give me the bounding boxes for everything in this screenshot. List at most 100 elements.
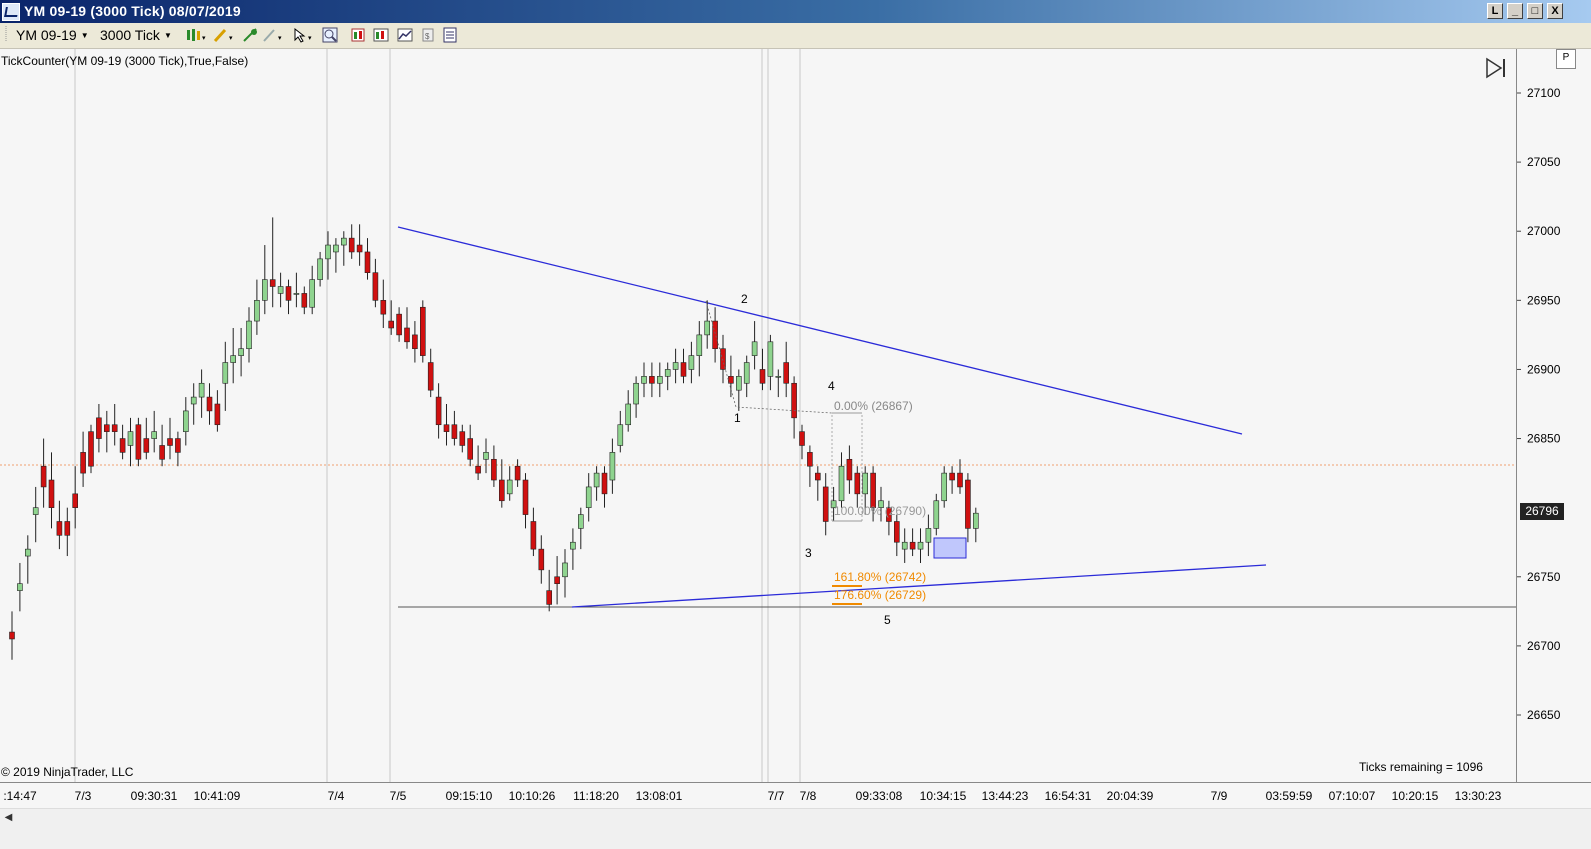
candle-body	[325, 244, 331, 260]
candle	[743, 355, 750, 398]
upper-trendline[interactable]	[397, 226, 1243, 435]
candle-body	[32, 507, 39, 515]
drawing-tool-icon[interactable]: ▾	[213, 27, 235, 43]
minimize-button[interactable]: _	[1507, 3, 1523, 19]
candle	[293, 272, 300, 308]
candle-body	[704, 320, 711, 336]
candle	[175, 431, 181, 467]
candle	[254, 279, 260, 335]
candle	[269, 217, 276, 308]
candle-body	[451, 424, 458, 439]
candle-body	[214, 403, 221, 426]
price-label: 26750	[1527, 570, 1561, 584]
time-axis-svg: :14:47 7/3 09:30:31 10:41:09 7/4 7/5 09:15:10 1…	[3, 789, 1501, 803]
svg-text:▾: ▾	[202, 35, 206, 42]
candle	[111, 404, 118, 446]
time-label: :14:47	[3, 789, 37, 803]
properties-icon[interactable]	[442, 27, 458, 43]
candle	[664, 362, 671, 391]
candle-body	[807, 452, 813, 467]
link-button[interactable]: L	[1487, 3, 1503, 19]
candle	[822, 473, 829, 536]
candle-body	[933, 500, 940, 529]
candle	[396, 307, 402, 342]
candle-body	[743, 362, 750, 384]
chart-panel[interactable]: 0.00% (26867) 100.00% (26790) 161.80% (2…	[0, 49, 1516, 782]
candle-body	[696, 334, 703, 356]
candle	[104, 410, 110, 453]
candle	[791, 376, 797, 439]
snapshot-icon[interactable]: $	[420, 27, 436, 43]
price-chart[interactable]: 0.00% (26867) 100.00% (26790) 161.80% (2…	[0, 49, 1516, 782]
candle	[317, 251, 323, 287]
candle-body	[9, 631, 15, 640]
fib-161-label: 161.80% (26742)	[834, 570, 926, 584]
candle	[190, 383, 197, 425]
candle	[688, 341, 695, 384]
candle	[206, 383, 213, 425]
indicator-icon[interactable]	[242, 27, 260, 43]
scroll-left-icon[interactable]: ◀	[0, 809, 17, 826]
chart-trader-icon[interactable]	[373, 27, 389, 43]
order-box[interactable]	[933, 537, 967, 559]
candle-body	[293, 293, 300, 295]
data-box-icon[interactable]	[350, 27, 366, 43]
candle	[965, 473, 971, 543]
time-label: 7/8	[800, 789, 817, 803]
svg-text:▾: ▾	[278, 35, 282, 42]
candle	[925, 514, 932, 557]
zoom-icon[interactable]	[322, 27, 338, 43]
maximize-button[interactable]: □	[1527, 3, 1543, 19]
chart-style-icon[interactable]	[397, 27, 413, 43]
candle	[135, 417, 142, 467]
candle-body	[965, 479, 971, 529]
instrument-selector[interactable]: YM 09-19 ▼	[16, 25, 89, 45]
time-label: 13:08:01	[636, 789, 683, 803]
candle	[617, 410, 624, 453]
candle	[767, 334, 774, 391]
candle	[514, 459, 521, 487]
horizontal-scrollbar[interactable]: ◀	[0, 808, 1591, 849]
scroll-to-end-icon[interactable]	[1485, 57, 1509, 79]
candle-body	[427, 362, 434, 391]
candle	[577, 507, 584, 550]
strategy-icon[interactable]: ▾	[262, 27, 284, 43]
time-label: 09:30:31	[131, 789, 178, 803]
panel-options-icon[interactable]: P	[1556, 49, 1576, 69]
candle-body	[972, 512, 979, 529]
candle-body	[356, 244, 363, 253]
candle-body	[862, 472, 869, 495]
candle-body	[380, 300, 387, 315]
price-label: 26950	[1527, 293, 1561, 307]
candle-body	[88, 431, 94, 467]
time-label: 20:04:39	[1107, 789, 1154, 803]
candle-body	[649, 376, 655, 384]
candle	[333, 238, 339, 273]
candle-body	[791, 382, 797, 419]
candle	[751, 321, 758, 370]
copyright-text: © 2019 NinjaTrader, LLC	[1, 765, 134, 779]
interval-selector[interactable]: 3000 Tick ▼	[100, 25, 172, 45]
candle-body	[483, 452, 489, 460]
candle	[435, 383, 442, 439]
candle	[348, 224, 355, 259]
time-axis[interactable]: :14:47 7/3 09:30:31 10:41:09 7/4 7/5 09:15:10 1…	[0, 782, 1591, 809]
candle-body	[680, 362, 687, 377]
bar-type-icon[interactable]: ▾	[185, 27, 207, 43]
candle-body	[127, 431, 134, 446]
candle	[467, 424, 474, 467]
candle	[261, 245, 268, 315]
price-axis[interactable]: 27100 27050 27000 26950 26900 26850 26750 26700…	[1516, 49, 1591, 782]
price-label: 26650	[1527, 708, 1561, 722]
candle-body	[854, 472, 861, 495]
price-label: 26900	[1527, 362, 1561, 376]
candle-body	[783, 362, 790, 384]
cursor-icon[interactable]: ▾	[292, 27, 314, 43]
candle	[96, 404, 102, 453]
close-button[interactable]: X	[1547, 3, 1563, 19]
candle	[838, 452, 845, 508]
candle-body	[96, 417, 102, 439]
candle	[498, 459, 505, 508]
candle-body	[459, 431, 466, 446]
candle-body	[846, 458, 853, 481]
